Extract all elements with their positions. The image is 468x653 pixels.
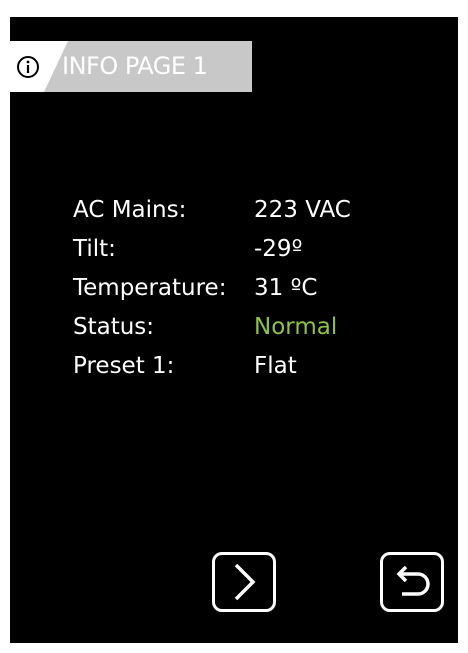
info-value: Flat [254, 353, 297, 379]
return-arrow-icon [396, 565, 430, 596]
info-label: Tilt: [73, 236, 116, 262]
info-value: 31 ºC [254, 275, 318, 301]
info-row-ac-mains: AC Mains: 223 VAC [73, 191, 351, 230]
info-row-status: Status: Normal [73, 308, 351, 347]
info-row-tilt: Tilt: -29º [73, 230, 351, 269]
info-value: 223 VAC [254, 197, 351, 223]
chevron-right-icon [234, 563, 256, 601]
info-icon [17, 56, 39, 78]
info-table: AC Mains: 223 VAC Tilt: -29º Temperature: 3… [73, 191, 351, 386]
info-label: AC Mains: [73, 197, 187, 223]
info-label: Temperature: [73, 275, 227, 301]
status-value: Normal [254, 314, 338, 340]
page-header-tab: INFO PAGE 1 [10, 41, 252, 92]
info-label: Preset 1: [73, 353, 175, 379]
info-row-temperature: Temperature: 31 ºC [73, 269, 351, 308]
device-screen: INFO PAGE 1 AC Mains: 223 VAC Tilt: -29º T… [10, 17, 458, 643]
next-page-button[interactable] [212, 552, 276, 612]
page-title: INFO PAGE 1 [62, 52, 208, 80]
info-label: Status: [73, 314, 155, 340]
info-value: -29º [254, 236, 303, 262]
back-button[interactable] [380, 552, 444, 612]
info-row-preset-1: Preset 1: Flat [73, 347, 351, 386]
